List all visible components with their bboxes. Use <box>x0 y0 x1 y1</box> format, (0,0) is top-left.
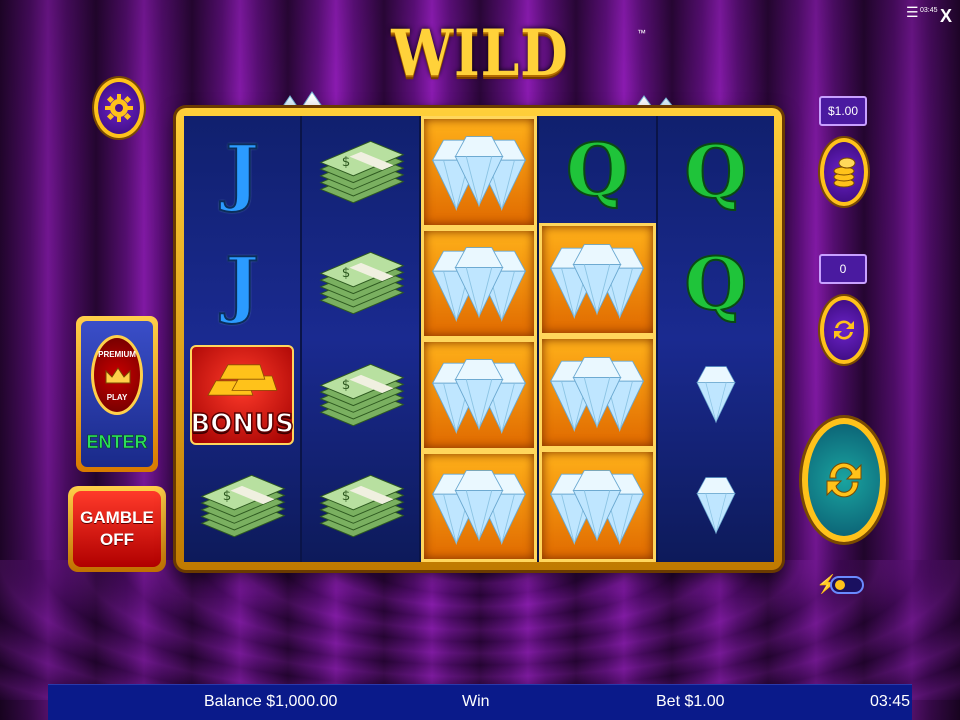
cash-stack-icon: $ <box>319 252 405 315</box>
coins-icon <box>833 157 856 188</box>
reel-symbol: J <box>184 228 300 340</box>
settings-button[interactable] <box>94 78 144 138</box>
reel-symbol <box>420 450 538 562</box>
reel-5: QQ <box>658 116 774 562</box>
symbol-q: Q <box>683 128 748 215</box>
cash-stack-icon: $ <box>319 475 405 538</box>
symbol-j: J <box>224 240 260 327</box>
reels-grid: J J BONUS $ $ $ $ $ Q Q Q <box>184 116 774 562</box>
balance-text: Balance $1,000.00 <box>204 693 338 710</box>
svg-text:$: $ <box>341 155 350 170</box>
turbo-knob <box>835 580 845 590</box>
cash-stack-icon: $ <box>319 140 405 203</box>
diamond-icon <box>431 247 527 323</box>
svg-text:$: $ <box>341 489 350 504</box>
svg-text:$: $ <box>341 266 350 281</box>
bet-button[interactable] <box>820 138 868 206</box>
reel-symbol: $ <box>302 451 418 563</box>
symbol-j: J <box>224 128 260 215</box>
bet-text: Bet $1.00 <box>656 693 725 710</box>
spin-icon <box>826 462 862 498</box>
symbol-q: Q <box>565 126 630 213</box>
reel-3 <box>420 116 540 562</box>
bonus-label: BONUS <box>190 408 295 440</box>
reel-symbol <box>539 223 656 336</box>
reel-symbol <box>420 339 538 451</box>
diamond-icon <box>431 135 527 211</box>
gamble-state: OFF <box>100 530 134 549</box>
gold-bars-icon <box>207 364 278 396</box>
reel-symbol: $ <box>302 228 418 340</box>
turbo-track <box>830 576 864 594</box>
reel-symbol <box>658 339 774 451</box>
reel-symbol: BONUS <box>184 339 300 451</box>
autoplay-button[interactable] <box>820 296 868 364</box>
reel-symbol: $ <box>302 116 418 228</box>
reel-4: Q <box>539 116 658 562</box>
win-text: Win <box>462 693 490 710</box>
gear-icon <box>105 94 133 122</box>
reel-symbol <box>539 449 656 562</box>
diamond-icon <box>696 477 736 535</box>
diamond-icon <box>431 358 527 434</box>
gamble-toggle-button[interactable]: GAMBLE OFF <box>68 486 166 572</box>
diamond-icon <box>550 356 645 432</box>
reel-symbol: $ <box>302 339 418 451</box>
turbo-toggle[interactable]: ⚡ <box>816 572 866 598</box>
reel-symbol <box>658 451 774 563</box>
premium-play-button[interactable]: PREMIUM PLAY ENTER <box>76 316 158 472</box>
reel-1: J J BONUS $ <box>184 116 303 563</box>
autoplay-icon <box>834 320 854 340</box>
game-title: WILD FEVER ™ <box>274 14 684 171</box>
reel-symbol: J <box>184 116 300 228</box>
trademark: ™ <box>637 28 646 38</box>
reel-symbol: Q <box>658 228 774 340</box>
enter-label: ENTER <box>86 432 148 453</box>
reel-symbol <box>420 227 538 339</box>
reel-symbol <box>420 116 538 228</box>
hamburger-icon[interactable]: ☰ <box>906 4 919 21</box>
reel-symbol: $ <box>184 451 300 563</box>
reel-symbol: Q <box>539 116 655 223</box>
window-controls: ☰ 03:45 X <box>906 4 952 26</box>
bet-value-display: $1.00 <box>819 96 867 126</box>
status-bar: Balance $1,000.00 Win Bet $1.00 03:45 <box>48 684 912 720</box>
gamble-label: GAMBLE <box>80 508 154 527</box>
reel-2: $ $ $ $ <box>302 116 421 563</box>
svg-text:$: $ <box>223 489 232 504</box>
crown-icon <box>105 367 131 384</box>
premium-badge: PREMIUM PLAY <box>91 335 143 415</box>
mini-clock: 03:45 <box>920 7 938 14</box>
spin-button[interactable] <box>802 418 886 542</box>
symbol-q: Q <box>683 240 748 327</box>
gamble-panel: GAMBLE OFF <box>73 491 161 567</box>
cash-stack-icon: $ <box>319 363 405 426</box>
reels-frame: J J BONUS $ $ $ $ $ Q Q Q <box>176 108 782 570</box>
premium-play-panel: PREMIUM PLAY ENTER <box>81 321 153 467</box>
premium-badge-bottom: PLAY <box>106 393 128 402</box>
diamond-icon <box>431 470 527 546</box>
autoplay-count-display: 0 <box>819 254 867 284</box>
time-text: 03:45 <box>870 693 911 710</box>
reel-symbol: Q <box>658 116 774 228</box>
cash-stack-icon: $ <box>200 475 286 538</box>
close-icon[interactable]: X <box>940 6 952 27</box>
diamond-icon <box>550 243 645 319</box>
premium-badge-top: PREMIUM <box>98 350 136 359</box>
diamond-icon <box>696 366 736 424</box>
diamond-icon <box>550 469 645 545</box>
svg-text:$: $ <box>341 378 350 393</box>
reel-symbol <box>539 336 656 449</box>
